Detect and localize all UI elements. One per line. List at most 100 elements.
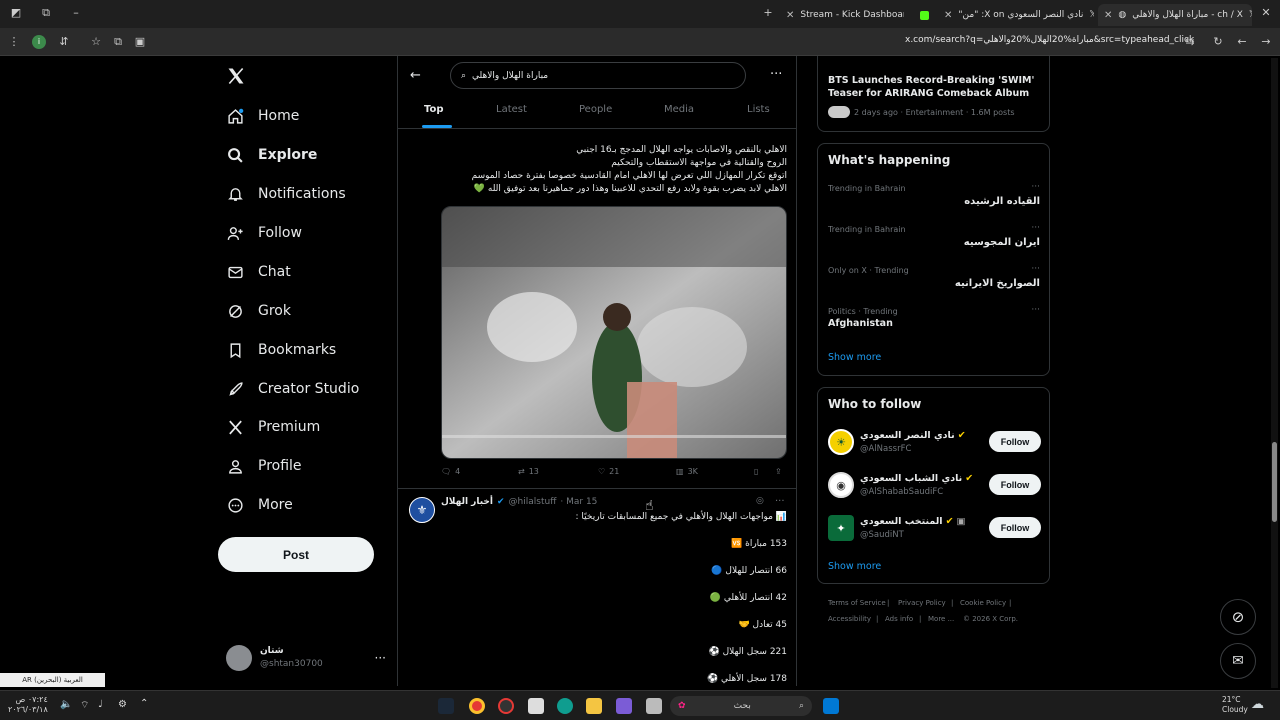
close-icon[interactable]: ✕ — [1104, 10, 1112, 21]
profile-icon[interactable]: i — [32, 35, 46, 49]
close-window-icon[interactable]: ✕ — [1258, 5, 1274, 21]
reload-icon[interactable]: ↻ — [1210, 34, 1226, 50]
nav-creator-studio[interactable]: Creator Studio — [226, 374, 359, 404]
close-icon[interactable]: ✕ — [786, 10, 794, 21]
tab-alnassr[interactable]: ✕ "من" :X on نادي النصر السعودي 𝕏 — [944, 4, 1094, 26]
post-button[interactable]: Post — [218, 537, 374, 572]
steam-icon[interactable] — [438, 698, 454, 714]
clock[interactable]: ٠٧:٢٤ ص ٢٠٢٦/٠٣/١٨ — [8, 695, 48, 715]
site-settings-icon[interactable]: ⇆ — [1182, 34, 1198, 50]
opera-icon[interactable] — [498, 698, 514, 714]
grok-icon[interactable]: ◎ — [756, 496, 764, 506]
post-date[interactable]: · Mar 15 — [560, 497, 597, 507]
footer-link[interactable]: Cookie Policy — [960, 599, 1006, 607]
repost-button[interactable]: ⇄ 13 — [518, 467, 539, 476]
more-dots-icon[interactable]: ··· — [375, 651, 386, 665]
show-more-link[interactable]: Show more — [828, 561, 881, 572]
bookmark-button[interactable]: ▯ — [754, 467, 758, 476]
microphone-icon[interactable]: ♩ — [98, 699, 103, 710]
post-video[interactable] — [441, 206, 787, 459]
more-dots-icon[interactable]: ··· — [1031, 182, 1040, 192]
store-icon[interactable] — [528, 698, 544, 714]
forward-icon[interactable]: → — [1258, 34, 1274, 50]
edge-icon[interactable] — [557, 698, 573, 714]
show-more-link[interactable]: Show more — [828, 352, 881, 363]
more-dots-icon[interactable]: ··· — [1031, 264, 1040, 274]
reply-button[interactable]: 🗨 4 — [441, 467, 460, 476]
scrollbar-thumb[interactable] — [1272, 442, 1277, 522]
tab-lists[interactable]: Lists — [747, 104, 770, 115]
like-button[interactable]: ♡ 21 — [598, 467, 619, 476]
nav-explore[interactable]: Explore — [226, 140, 317, 170]
tab-media[interactable]: Media — [664, 104, 694, 115]
network-icon[interactable]: ⌔ — [80, 699, 89, 712]
tab-search-icon[interactable]: ⧉ — [38, 5, 54, 21]
grok-float-icon[interactable]: ⊘ — [1220, 599, 1256, 635]
nav-follow[interactable]: Follow — [226, 218, 302, 248]
follow-suggestion[interactable]: ☀ نادي النصر السعودي ✔ @AlNassrFC Follow — [828, 428, 1041, 458]
close-icon[interactable]: ✕ — [944, 10, 952, 21]
nav-notifications[interactable]: Notifications — [226, 179, 346, 209]
trend-item[interactable]: Only on X · Trending ··· الصواريخ الايرا… — [828, 264, 1040, 290]
chrome-icon[interactable] — [469, 698, 485, 714]
copilot-icon[interactable] — [616, 698, 632, 714]
follow-suggestion[interactable]: ✦ المنتخب السعودي ✔ ▣ @SaudiNT Follow — [828, 514, 1041, 544]
customize-icon[interactable]: ⇵ — [56, 34, 72, 50]
task-view-icon[interactable] — [646, 698, 662, 714]
tab-latest[interactable]: Latest — [496, 104, 527, 115]
follow-button[interactable]: Follow — [989, 474, 1041, 495]
nav-more[interactable]: More — [226, 490, 293, 520]
footer-link[interactable]: Ads info — [885, 615, 913, 623]
windows-start-icon[interactable] — [823, 698, 839, 714]
more-dots-icon[interactable]: ··· — [775, 496, 785, 507]
volume-icon[interactable]: 🔈 — [60, 699, 72, 710]
follow-button[interactable]: Follow — [989, 517, 1041, 538]
follow-suggestion[interactable]: ◉ نادي الشباب السعودي ✔ @AlShababSaudiFC… — [828, 471, 1041, 501]
nav-bookmarks[interactable]: Bookmarks — [226, 335, 336, 365]
browser-menu-icon[interactable]: ⋮ — [6, 34, 22, 50]
footer-link[interactable]: Terms of Service — [828, 599, 886, 607]
author-handle[interactable]: @hilalstuff — [509, 497, 557, 507]
account-switcher[interactable]: شتان @shtan30700 ··· — [226, 644, 386, 672]
more-dots-icon[interactable]: ··· — [1031, 223, 1040, 233]
bookmark-star-icon[interactable]: ☆ — [88, 34, 104, 50]
more-dots-icon[interactable]: ··· — [770, 67, 782, 82]
new-tab-icon[interactable]: + — [760, 5, 776, 21]
trend-item[interactable]: Trending in Bahrain ··· ايران المجوسيه — [828, 223, 1040, 249]
nav-chat[interactable]: Chat — [226, 257, 291, 287]
address-bar[interactable]: x.com/search?q=مباراة%20الهلال%20والاهلي… — [905, 35, 1194, 45]
author-name[interactable]: أخبار الهلال — [441, 497, 493, 507]
x-logo-icon[interactable] — [226, 66, 246, 88]
back-icon[interactable]: ← — [1234, 34, 1250, 50]
scrollbar[interactable] — [1271, 58, 1278, 688]
tab-search-match[interactable]: ✕ ◍ مباراة الهلال والاهلي - ch / X 𝕏 — [1098, 4, 1252, 26]
tray-app-icon[interactable]: ⚙ — [118, 699, 127, 710]
tab-people[interactable]: People — [579, 104, 612, 115]
nav-home[interactable]: Home — [226, 101, 299, 131]
nav-profile[interactable]: Profile — [226, 451, 302, 481]
window-menu-icon[interactable]: ◩ — [8, 5, 24, 21]
trend-news-card[interactable]: BTS Launches Record-Breaking 'SWIM' Teas… — [817, 56, 1050, 132]
trend-item[interactable]: Trending in Bahrain ··· القياده الرشيده — [828, 182, 1040, 208]
follow-button[interactable]: Follow — [989, 431, 1041, 452]
minimize-icon[interactable]: – — [68, 5, 84, 21]
trend-item[interactable]: Politics · Trending ··· Afghanistan — [828, 305, 1040, 329]
weather-widget[interactable]: 21°C Cloudy — [1222, 695, 1248, 715]
more-dots-icon[interactable]: ··· — [1031, 305, 1040, 315]
tab-top[interactable]: Top — [424, 104, 444, 115]
views-button[interactable]: ▥ 3K — [676, 467, 698, 476]
back-arrow-icon[interactable]: ← — [410, 68, 421, 83]
tab-kick-dashboard[interactable]: ✕ Stream - Kick Dashboard — [786, 4, 904, 26]
folder-icon[interactable] — [586, 698, 602, 714]
chevron-up-icon[interactable]: ⌃ — [140, 698, 148, 709]
search-input[interactable]: ⌕ مباراة الهلال والاهلي — [450, 62, 746, 89]
footer-link[interactable]: More ... — [928, 615, 954, 623]
avatar[interactable]: ⚜ — [409, 497, 435, 523]
messages-float-icon[interactable]: ✉ — [1220, 643, 1256, 679]
nav-grok[interactable]: Grok — [226, 296, 291, 326]
share-button[interactable]: ⇪ — [775, 467, 782, 476]
footer-link[interactable]: Accessibility — [828, 615, 871, 623]
footer-link[interactable]: Privacy Policy — [898, 599, 946, 607]
nav-premium[interactable]: Premium — [226, 412, 320, 442]
taskbar-search[interactable]: ✿ بحث ⌕ — [670, 696, 812, 716]
